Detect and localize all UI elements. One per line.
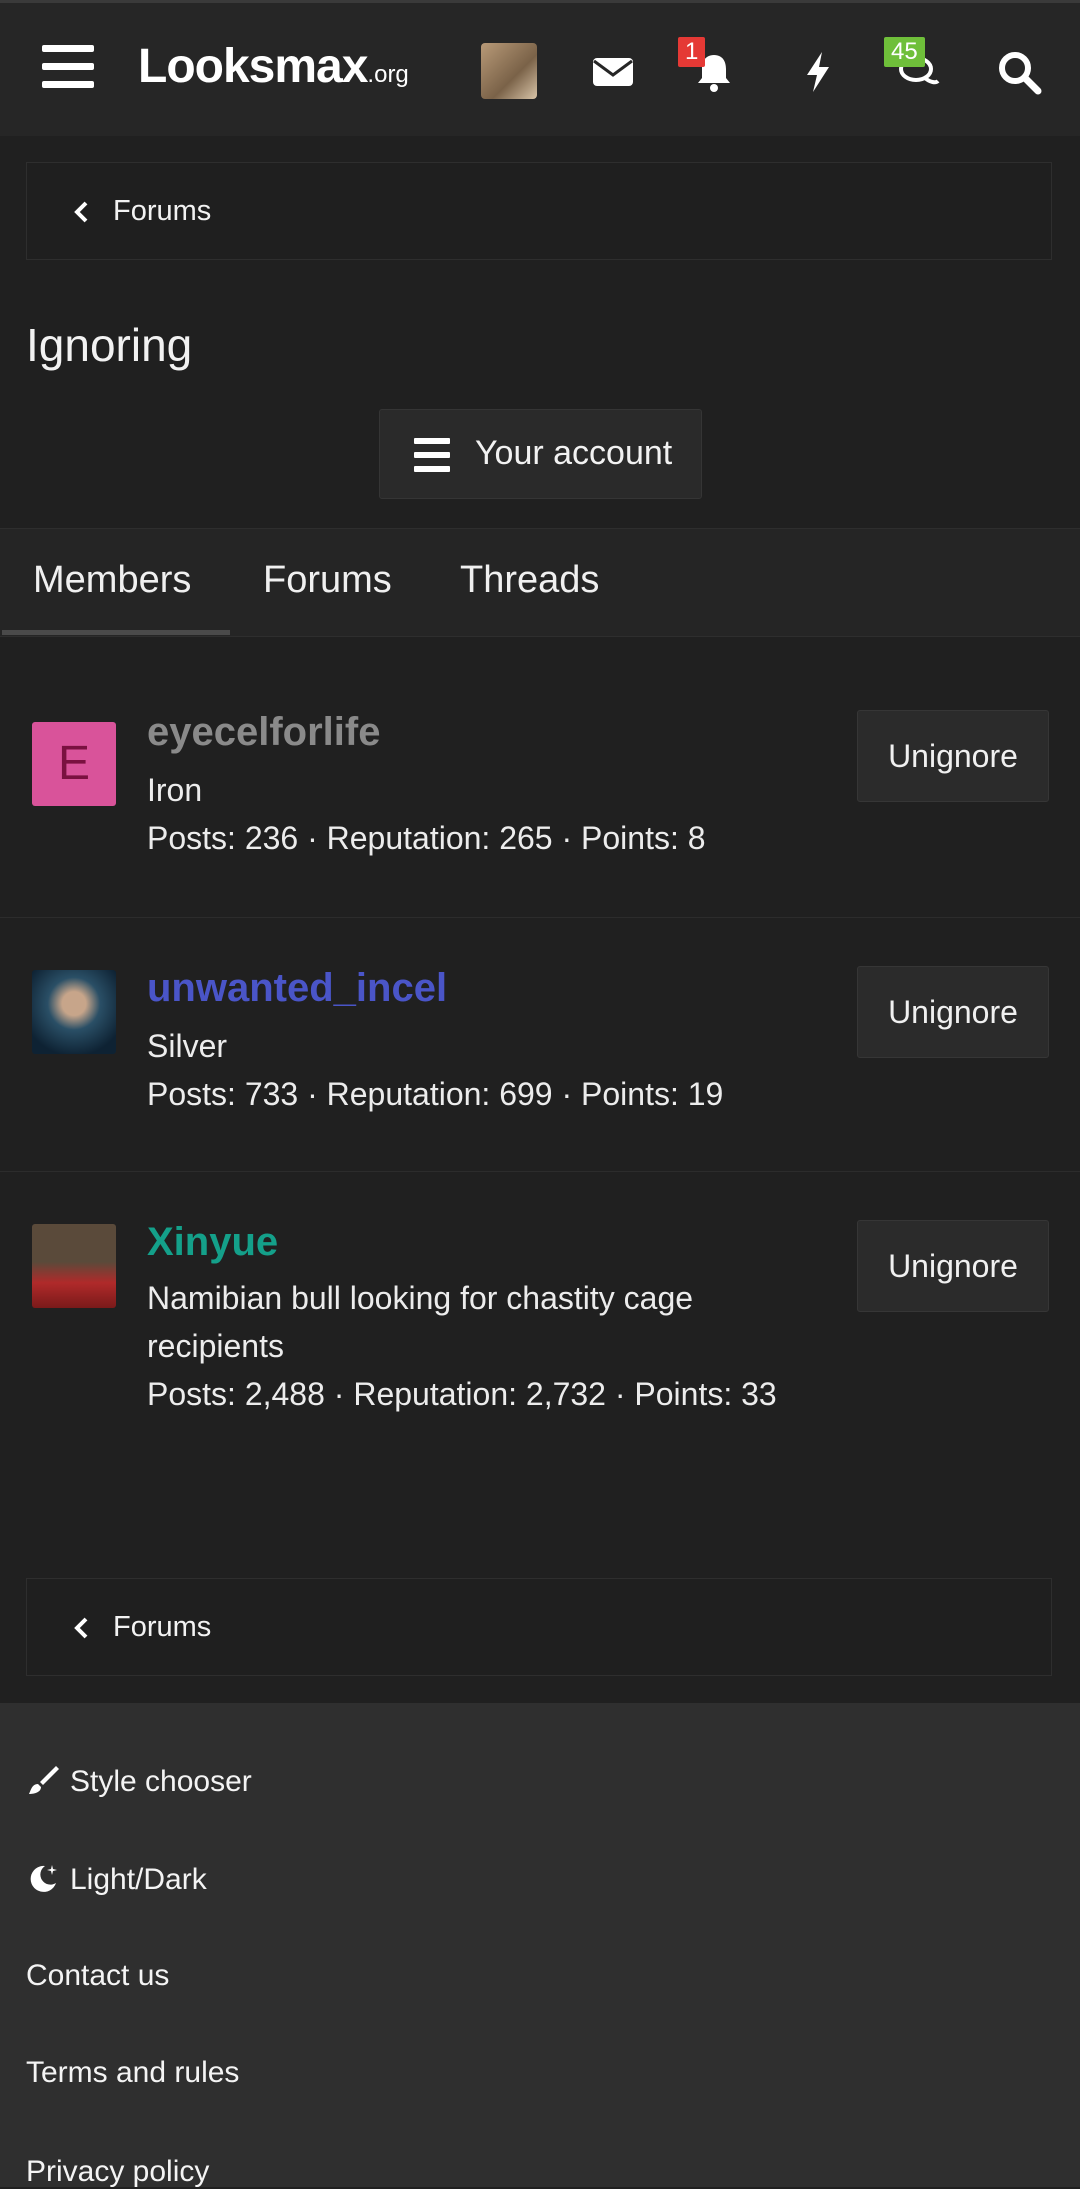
member-name[interactable]: eyecelforlife	[147, 710, 380, 755]
member-stats: Posts: 236 · Reputation: 265 · Points: 8	[147, 820, 706, 856]
top-nav-bar: Looksmax.org 1 45	[0, 0, 1080, 136]
chevron-left-icon	[74, 1617, 88, 1639]
tab-forums[interactable]: Forums	[263, 559, 392, 602]
lightning-icon[interactable]	[793, 47, 843, 97]
style-chooser-label: Style chooser	[70, 1765, 252, 1798]
avatar[interactable]	[32, 1224, 116, 1308]
chevron-left-icon	[74, 201, 88, 223]
notification-badge: 1	[678, 37, 706, 67]
terms-and-rules-link[interactable]: Terms and rules	[26, 2056, 239, 2090]
envelope-icon[interactable]	[588, 47, 638, 97]
avatar[interactable]	[32, 970, 116, 1054]
search-icon[interactable]	[994, 47, 1044, 97]
contact-us-link[interactable]: Contact us	[26, 1959, 169, 1993]
member-title: Iron	[147, 772, 203, 808]
light-dark-toggle[interactable]: Light/Dark	[26, 1861, 207, 1897]
avatar[interactable]: E	[32, 722, 116, 806]
style-chooser-link[interactable]: Style chooser	[26, 1763, 252, 1799]
breadcrumb-label[interactable]: Forums	[113, 195, 211, 228]
site-logo[interactable]: Looksmax.org	[138, 39, 409, 94]
active-tab-indicator	[2, 630, 230, 635]
breadcrumb-label[interactable]: Forums	[113, 1611, 211, 1644]
menu-icon	[414, 438, 450, 480]
member-title: Silver	[147, 1028, 228, 1064]
member-name[interactable]: unwanted_incel	[147, 966, 447, 1011]
your-account-button[interactable]: Your account	[379, 409, 702, 499]
breadcrumb[interactable]: Forums	[26, 1578, 1052, 1676]
member-stats: Posts: 2,488 · Reputation: 2,732 · Point…	[147, 1376, 777, 1412]
member-name[interactable]: Xinyue	[147, 1220, 278, 1265]
privacy-policy-link[interactable]: Privacy policy	[26, 2155, 209, 2189]
tab-bar: Members Forums Threads	[0, 528, 1080, 637]
paint-brush-icon	[29, 1766, 59, 1794]
unignore-button[interactable]: Unignore	[857, 710, 1049, 802]
member-row: E eyecelforlife Iron Posts: 236 · Reputa…	[0, 660, 1080, 918]
tab-members[interactable]: Members	[33, 559, 191, 602]
user-avatar[interactable]	[481, 43, 537, 99]
member-row: unwanted_incel Silver Posts: 733 · Reput…	[0, 918, 1080, 1172]
member-row: Xinyue Namibian bull looking for chastit…	[0, 1172, 1080, 1472]
unignore-button[interactable]: Unignore	[857, 966, 1049, 1058]
footer: Style chooser Light/Dark Contact us Term…	[0, 1703, 1080, 2189]
unignore-button[interactable]: Unignore	[857, 1220, 1049, 1312]
member-stats: Posts: 733 · Reputation: 699 · Points: 1…	[147, 1076, 724, 1112]
conversation-badge: 45	[884, 37, 925, 67]
tab-threads[interactable]: Threads	[460, 559, 599, 602]
member-title: Namibian bull looking for chastity cage …	[147, 1280, 694, 1364]
breadcrumb[interactable]: Forums	[26, 162, 1052, 260]
menu-icon[interactable]	[42, 45, 94, 91]
your-account-label: Your account	[475, 434, 673, 472]
light-dark-label: Light/Dark	[70, 1863, 207, 1896]
moon-icon	[30, 1865, 57, 1892]
page-title: Ignoring	[26, 319, 193, 371]
